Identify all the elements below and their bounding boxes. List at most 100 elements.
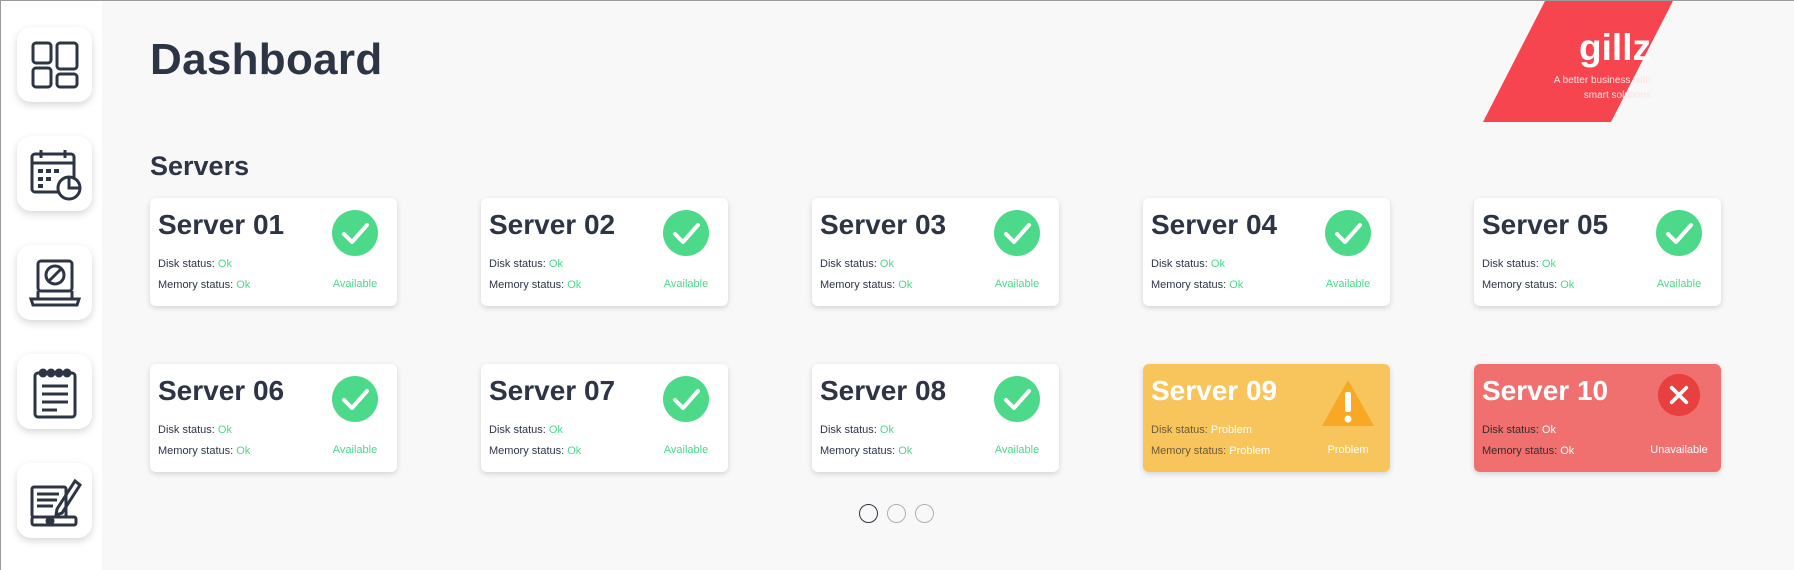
check-circle-icon — [993, 209, 1041, 257]
memory-status-label: Memory status: — [489, 445, 565, 457]
nav-calendar-button[interactable] — [17, 136, 92, 211]
disk-status-label: Disk status: — [820, 424, 877, 436]
disk-status: Disk status: Ok — [820, 424, 894, 436]
calendar-chart-icon — [30, 149, 81, 200]
memory-status-label: Memory status: — [820, 279, 896, 291]
memory-status: Memory status: Ok — [820, 279, 912, 291]
disk-status: Disk status: Ok — [1482, 424, 1556, 436]
disk-status-value: Ok — [879, 424, 894, 436]
memory-status-value: Ok — [1560, 445, 1575, 457]
server-card[interactable]: Server 02 Disk status: Ok Memory status: O… — [481, 198, 728, 306]
memory-status-value: Ok — [1229, 279, 1244, 291]
disk-status-label: Disk status: — [1482, 424, 1539, 436]
server-name: Server 08 — [820, 375, 947, 406]
disk-status: Disk status: Ok — [158, 424, 232, 436]
disk-status-label: Disk status: — [489, 258, 546, 270]
disk-status-value: Ok — [548, 258, 563, 270]
availability-label: Available — [1656, 278, 1702, 290]
disk-status: Disk status: Ok — [1151, 258, 1225, 270]
memory-status: Memory status: Ok — [1482, 445, 1574, 457]
section-title: Servers — [150, 151, 250, 181]
disk-status-value: Ok — [1541, 424, 1556, 436]
availability-label: Available — [1325, 278, 1371, 290]
disk-status-label: Disk status: — [158, 258, 215, 270]
memory-status: Memory status: Ok — [489, 279, 581, 291]
availability-label: Problem — [1327, 444, 1369, 456]
disk-status: Disk status: Ok — [820, 258, 894, 270]
memory-status-value: Ok — [236, 279, 251, 291]
server-card[interactable]: Server 10 Disk status: Ok Memory status: O… — [1474, 364, 1721, 472]
availability-label: Unavailable — [1650, 444, 1708, 456]
disk-status: Disk status: Problem — [1151, 424, 1252, 436]
memory-status-value: Ok — [1560, 279, 1575, 291]
check-circle-icon — [1324, 209, 1372, 257]
memory-status: Memory status: Ok — [1482, 279, 1574, 291]
disk-status-value: Ok — [548, 424, 563, 436]
nav-dashboard-button[interactable] — [17, 27, 92, 102]
server-name: Server 09 — [1151, 375, 1278, 406]
server-card[interactable]: Server 04 Disk status: Ok Memory status: O… — [1143, 198, 1390, 306]
server-name: Server 05 — [1482, 209, 1609, 240]
server-card[interactable]: Server 01 Disk status: Ok Memory status: O… — [150, 198, 397, 306]
pagination-dot-1[interactable] — [859, 504, 878, 523]
pagination-dot-2[interactable] — [887, 504, 906, 523]
disk-status-label: Disk status: — [820, 258, 877, 270]
disk-status: Disk status: Ok — [489, 258, 563, 270]
memory-status-value: Ok — [898, 279, 913, 291]
disk-status-value: Ok — [217, 258, 232, 270]
warning-icon — [1320, 377, 1374, 426]
server-card[interactable]: Server 08 Disk status: Ok Memory status: O… — [812, 364, 1059, 472]
server-card[interactable]: Server 07 Disk status: Ok Memory status: O… — [481, 364, 728, 472]
server-name: Server 04 — [1151, 209, 1278, 240]
disk-status: Disk status: Ok — [489, 424, 563, 436]
availability-label: Available — [994, 278, 1040, 290]
memory-status-label: Memory status: — [1151, 445, 1227, 457]
nav-notes-button[interactable] — [17, 354, 92, 429]
memory-status: Memory status: Ok — [1151, 279, 1243, 291]
disk-status-label: Disk status: — [1482, 258, 1539, 270]
nav-edit-button[interactable] — [17, 463, 92, 538]
pagination-dot-3[interactable] — [915, 504, 934, 523]
memory-status-label: Memory status: — [1151, 279, 1227, 291]
disk-status-label: Disk status: — [489, 424, 546, 436]
server-card[interactable]: Server 09 Disk status: Problem Memory stat… — [1143, 364, 1390, 472]
availability-label: Available — [994, 444, 1040, 456]
error-x-icon — [1657, 373, 1705, 421]
server-name: Server 06 — [158, 375, 285, 406]
disk-status-value: Ok — [879, 258, 894, 270]
server-name: Server 02 — [489, 209, 616, 240]
page-title: Dashboard — [150, 35, 383, 84]
memory-status: Memory status: Ok — [489, 445, 581, 457]
disk-status: Disk status: Ok — [158, 258, 232, 270]
brand-logo: gillz A better business with smart solut… — [1483, 1, 1673, 122]
memory-status-label: Memory status: — [158, 445, 234, 457]
sidebar — [1, 1, 102, 570]
disk-status-value: Ok — [1210, 258, 1225, 270]
memory-status: Memory status: Ok — [158, 279, 250, 291]
server-name: Server 10 — [1482, 375, 1609, 406]
server-card[interactable]: Server 06 Disk status: Ok Memory status: O… — [150, 364, 397, 472]
check-circle-icon — [662, 375, 710, 423]
memory-status-label: Memory status: — [1482, 445, 1558, 457]
memory-status-label: Memory status: — [1482, 279, 1558, 291]
availability-label: Available — [663, 444, 709, 456]
memory-status-value: Ok — [898, 445, 913, 457]
check-circle-icon — [331, 375, 379, 423]
memory-status-value: Ok — [236, 445, 251, 457]
brand-tagline: A better business with smart solutions — [1553, 75, 1651, 101]
disk-status: Disk status: Ok — [1482, 258, 1556, 270]
server-card[interactable]: Server 05 Disk status: Ok Memory status: O… — [1474, 198, 1721, 306]
notepad-icon — [33, 368, 76, 418]
dashboard-icon — [31, 41, 78, 88]
availability-label: Available — [332, 444, 378, 456]
check-circle-icon — [662, 209, 710, 257]
laptop-block-icon — [28, 259, 81, 306]
server-card[interactable]: Server 03 Disk status: Ok Memory status: O… — [812, 198, 1059, 306]
nav-devices-button[interactable] — [17, 245, 92, 320]
check-circle-icon — [993, 375, 1041, 423]
disk-status-label: Disk status: — [1151, 258, 1208, 270]
availability-label: Available — [663, 278, 709, 290]
check-circle-icon — [331, 209, 379, 257]
availability-label: Available — [332, 278, 378, 290]
disk-status-label: Disk status: — [158, 424, 215, 436]
